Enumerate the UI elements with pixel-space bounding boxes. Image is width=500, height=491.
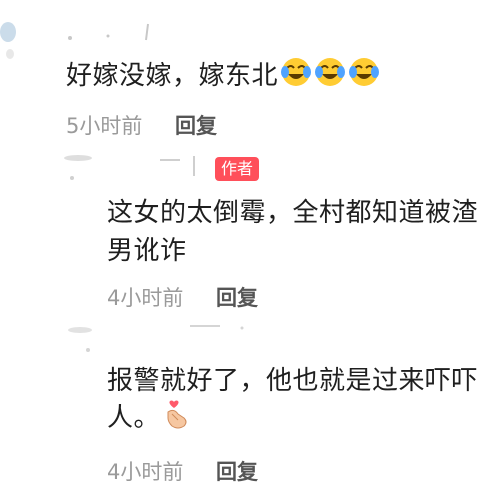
comment-text-line-1: 这女的太倒霉，全村都知道被渣	[107, 198, 479, 228]
finger-heart-icon	[162, 398, 190, 439]
laughing-crying-icon	[348, 56, 380, 97]
reply-button[interactable]: 回复	[216, 282, 258, 312]
avatar[interactable]	[58, 150, 108, 190]
reply-button[interactable]: 回复	[175, 110, 217, 140]
laughing-crying-icon	[280, 56, 312, 97]
comment-text-line-1: 报警就好了，他也就是过来吓吓	[107, 366, 479, 396]
author-badge: 作者	[215, 157, 260, 181]
comment-body: 好嫁没嫁，嫁东北	[66, 61, 279, 91]
reply-button[interactable]: 回复	[216, 456, 258, 486]
avatar[interactable]	[0, 14, 40, 64]
username-redacted	[160, 156, 195, 176]
username-redacted	[68, 23, 149, 41]
comment-text: 好嫁没嫁，嫁东北	[66, 56, 380, 97]
comment-time: 5小时前	[66, 114, 143, 138]
avatar[interactable]	[60, 320, 110, 360]
comment-text-line-2: 人。	[107, 398, 190, 439]
comment-text-line-2: 男讹诈	[107, 236, 187, 266]
comment-time: 4小时前	[107, 286, 184, 310]
comment-time: 4小时前	[107, 460, 184, 484]
comment-body: 人。	[107, 403, 161, 433]
laughing-crying-icon	[314, 56, 346, 97]
username-redacted	[190, 325, 244, 330]
